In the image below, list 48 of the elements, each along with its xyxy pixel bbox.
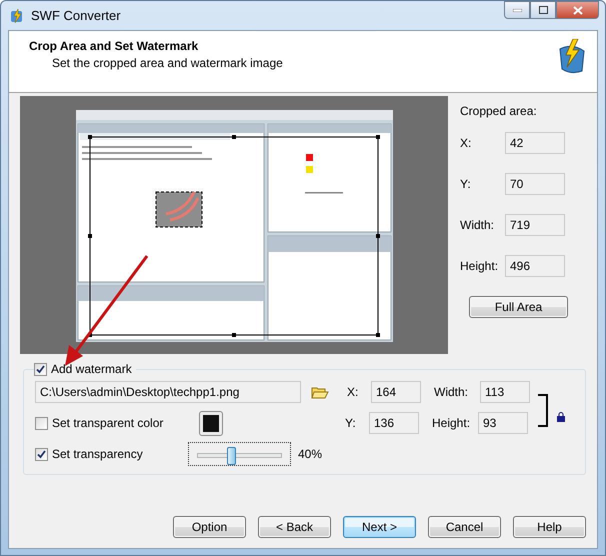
color-picker-button[interactable] bbox=[199, 410, 223, 436]
field-label: Height: bbox=[432, 416, 472, 430]
open-folder-icon[interactable] bbox=[311, 384, 329, 400]
checkbox[interactable] bbox=[35, 416, 48, 430]
transparency-reading: 40% bbox=[298, 447, 322, 461]
dialog-button[interactable]: < Back bbox=[258, 516, 331, 538]
dialog-button[interactable]: Option bbox=[173, 516, 246, 538]
full-area-button[interactable]: Full Area bbox=[469, 296, 568, 318]
field-label: Height: bbox=[460, 259, 500, 273]
crop-value-field[interactable]: 719 bbox=[505, 214, 565, 236]
dialog-button[interactable]: Help bbox=[513, 516, 586, 538]
slider-thumb[interactable] bbox=[227, 447, 236, 465]
field-label: X: bbox=[460, 136, 472, 150]
file-path-field[interactable]: C:\Users\admin\Desktop\techpp1.png bbox=[35, 381, 301, 403]
minimize-button[interactable] bbox=[504, 1, 530, 19]
transparency-label: Set transparency bbox=[52, 447, 143, 461]
page-subtitle: Set the cropped area and watermark image bbox=[51, 56, 284, 70]
lock-icon[interactable] bbox=[557, 412, 565, 422]
transparent-color-label: Set transparent color bbox=[52, 416, 164, 430]
page-title: Crop Area and Set Watermark bbox=[29, 39, 200, 53]
add-watermark-label: Add watermark bbox=[51, 362, 132, 376]
field-label: Width: bbox=[460, 218, 496, 232]
checkbox[interactable] bbox=[34, 362, 47, 376]
size-field[interactable]: 113 bbox=[480, 381, 530, 403]
window-title: SWF Converter bbox=[31, 8, 121, 23]
field-label: Y: bbox=[460, 177, 472, 191]
checkbox[interactable] bbox=[35, 448, 48, 460]
minimize-icon bbox=[512, 8, 522, 12]
crop-value-field[interactable]: 496 bbox=[505, 255, 565, 277]
field-label: Width: bbox=[434, 385, 470, 399]
size-field[interactable]: 93 bbox=[478, 412, 528, 434]
link-bracket-icon bbox=[537, 394, 549, 426]
maximize-icon bbox=[538, 6, 548, 14]
film-lightning-icon bbox=[557, 39, 587, 75]
maximize-button[interactable] bbox=[530, 1, 556, 19]
field-label: X: bbox=[347, 385, 360, 399]
position-field[interactable]: 164 bbox=[371, 381, 421, 403]
crop-value-field[interactable]: 42 bbox=[505, 132, 565, 154]
position-field[interactable]: 136 bbox=[369, 412, 419, 434]
transparency-slider[interactable] bbox=[188, 442, 291, 466]
close-icon bbox=[572, 6, 582, 14]
dialog-button[interactable]: Next > bbox=[343, 516, 416, 538]
field-label: Y: bbox=[345, 416, 357, 430]
close-button[interactable] bbox=[556, 1, 599, 19]
crop-value-field[interactable]: 70 bbox=[505, 173, 565, 195]
dialog-button[interactable]: Cancel bbox=[428, 516, 501, 538]
cropped-area-label: Cropped area: bbox=[460, 104, 538, 118]
app-icon bbox=[9, 8, 25, 24]
